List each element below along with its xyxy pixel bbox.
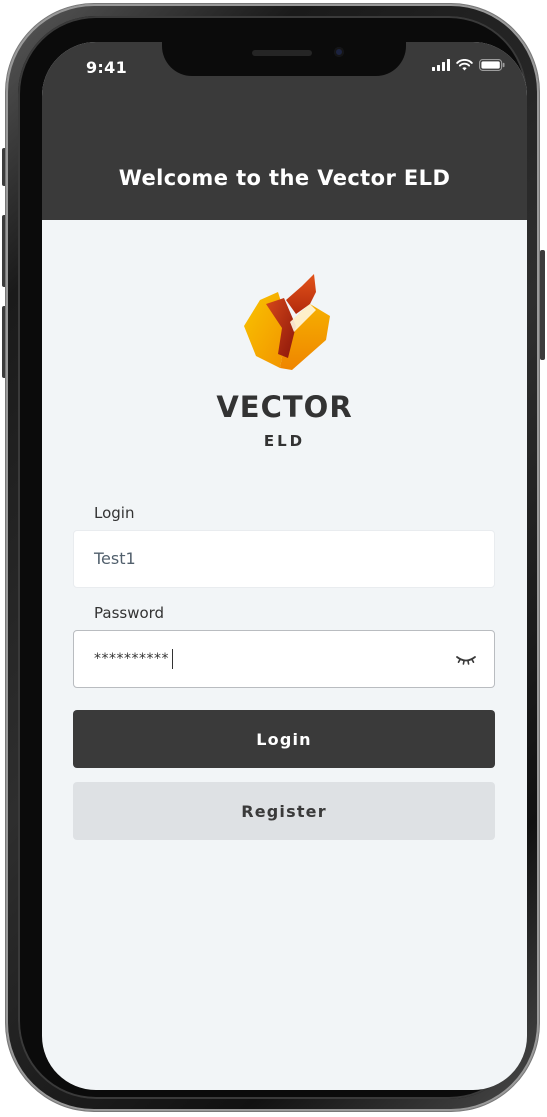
cellular-signal-icon bbox=[432, 59, 450, 71]
status-icons bbox=[432, 59, 505, 71]
front-camera bbox=[334, 47, 344, 57]
page-title: Welcome to the Vector ELD bbox=[118, 166, 451, 190]
login-button[interactable]: Login bbox=[73, 710, 495, 768]
power-button bbox=[540, 250, 545, 360]
password-mask: ********** bbox=[94, 651, 169, 667]
wifi-icon bbox=[456, 59, 473, 71]
device-notch bbox=[162, 42, 406, 76]
text-caret bbox=[172, 649, 173, 669]
eye-closed-icon[interactable] bbox=[454, 649, 478, 669]
register-button[interactable]: Register bbox=[73, 782, 495, 840]
login-label: Login bbox=[94, 504, 135, 522]
app-header: 9:41 Welcome to the Vector ELD bbox=[42, 42, 527, 220]
brand-name: VECTOR bbox=[216, 390, 353, 424]
password-label: Password bbox=[94, 604, 165, 622]
vector-logo-icon bbox=[230, 270, 342, 382]
password-input[interactable]: ********** bbox=[73, 630, 495, 688]
status-time: 9:41 bbox=[86, 58, 127, 77]
login-input[interactable]: Test1 bbox=[73, 530, 495, 588]
password-input-value: ********** bbox=[94, 649, 173, 669]
brand-subtitle: ELD bbox=[263, 432, 306, 450]
login-input-value: Test1 bbox=[94, 549, 136, 568]
device-frame: 9:41 Welcome to the Vector ELD VECTOR EL… bbox=[0, 0, 547, 1117]
app-screen: 9:41 Welcome to the Vector ELD VECTOR EL… bbox=[42, 42, 527, 1090]
battery-icon bbox=[479, 59, 505, 71]
earpiece-speaker bbox=[252, 50, 312, 56]
